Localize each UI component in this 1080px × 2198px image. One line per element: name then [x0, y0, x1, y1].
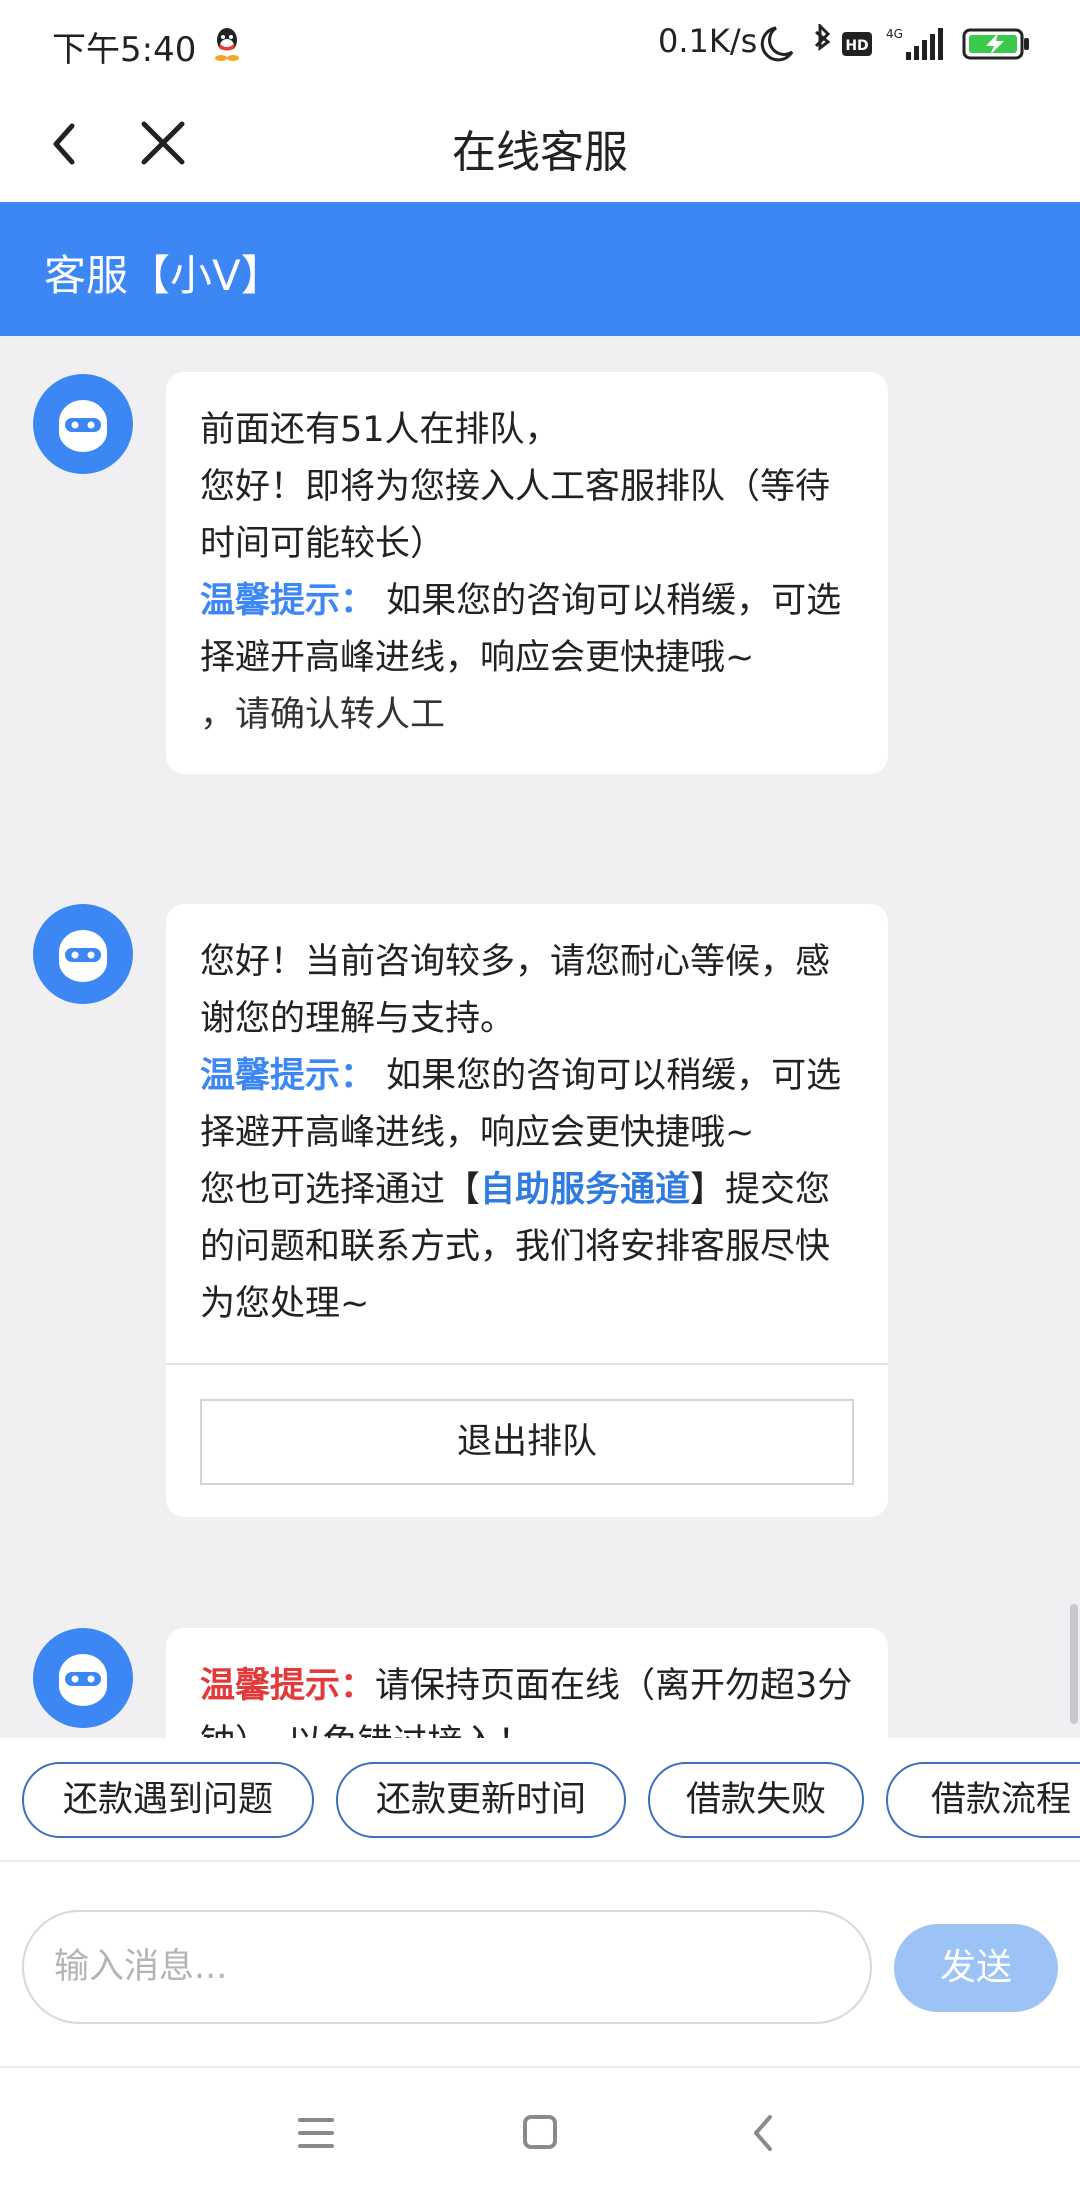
- status-icons-group: HD 4G: [760, 24, 1029, 62]
- quick-chip[interactable]: 借款失败: [648, 1762, 864, 1838]
- message-bubble: 温馨提示：请保持页面在线（离开勿超3分钟），以免错过接入！: [166, 1628, 888, 1738]
- message-input[interactable]: [22, 1910, 872, 2024]
- status-bar: 下午5:40 0.1K/s HD 4G: [0, 0, 1080, 90]
- robot-icon: [59, 930, 107, 982]
- battery-charging-icon: [962, 28, 1029, 60]
- quick-chip[interactable]: 还款更新时间: [336, 1762, 626, 1838]
- chat-scrollbar[interactable]: [1070, 1604, 1078, 1724]
- svg-text:HD: HD: [845, 38, 868, 54]
- agent-avatar: [33, 904, 133, 1004]
- message-input-bar: 发送: [0, 1862, 1080, 2068]
- self-service-link[interactable]: 自助服务通道: [480, 1170, 690, 1210]
- moon-icon: [760, 26, 794, 62]
- home-icon[interactable]: [510, 2108, 570, 2158]
- quick-chip[interactable]: 还款遇到问题: [22, 1762, 314, 1838]
- hd-icon: HD: [842, 32, 872, 56]
- qq-icon: [215, 28, 239, 61]
- confirm-transfer-text: ，请确认转人工: [200, 695, 446, 735]
- robot-icon: [59, 1654, 107, 1706]
- bluetooth-icon: [814, 24, 831, 51]
- send-button[interactable]: 发送: [894, 1924, 1058, 2012]
- message-bubble: 您好！当前咨询较多，请您耐心等候，感谢您的理解与支持。 温馨提示： 如果您的咨询…: [166, 904, 888, 1517]
- system-nav-bar: [0, 2068, 1080, 2198]
- agent-header: 客服【小V】: [0, 202, 1080, 336]
- signal-4g-icon: 4G: [886, 27, 943, 60]
- message-tip: 温馨提示： 如果您的咨询可以稍缓，可选择避开高峰进线，响应会更快捷哦~: [200, 573, 854, 687]
- nav-bar: 在线客服: [0, 90, 1080, 202]
- message-line: 您好！即将为您接入人工客服排队（等待时间可能较长）: [200, 467, 831, 564]
- menu-icon[interactable]: [286, 2108, 346, 2158]
- agent-avatar: [33, 374, 133, 474]
- robot-icon: [59, 400, 107, 452]
- tip-label: 温馨提示：: [200, 581, 376, 621]
- back-icon[interactable]: [734, 2108, 794, 2158]
- message-tip: 温馨提示： 如果您的咨询可以稍缓，可选择避开高峰进线，响应会更快捷哦~: [200, 1048, 854, 1162]
- tip-label: 温馨提示：: [200, 1666, 376, 1706]
- status-time: 下午5:40: [52, 30, 197, 70]
- agent-avatar: [33, 1628, 133, 1728]
- message-line: 您好！当前咨询较多，请您耐心等候，感谢您的理解与支持。: [200, 942, 831, 1039]
- message-tip: 温馨提示：请保持页面在线（离开勿超3分钟），以免错过接入！: [200, 1658, 854, 1738]
- message-bubble: 前面还有51人在排队， 您好！即将为您接入人工客服排队（等待时间可能较长） 温馨…: [166, 372, 888, 774]
- exit-queue-button[interactable]: 退出排队: [200, 1399, 854, 1485]
- self-service-text: 您也可选择通过【自助服务通道】提交您的问题和联系方式，我们将安排客服尽快为您处理…: [200, 1170, 831, 1324]
- tip-label: 温馨提示：: [200, 1056, 376, 1096]
- network-speed: 0.1K/s: [658, 22, 758, 60]
- page-title: 在线客服: [452, 127, 628, 178]
- chat-area[interactable]: 前面还有51人在排队， 您好！即将为您接入人工客服排队（等待时间可能较长） 温馨…: [0, 336, 1080, 1738]
- quick-chip[interactable]: 借款流程: [886, 1762, 1080, 1838]
- quick-reply-chips[interactable]: 还款遇到问题 还款更新时间 借款失败 借款流程: [0, 1738, 1080, 1862]
- svg-text:4G: 4G: [886, 27, 903, 41]
- message-line: 前面还有51人在排队，: [200, 410, 560, 450]
- agent-name: 客服【小V】: [44, 251, 283, 300]
